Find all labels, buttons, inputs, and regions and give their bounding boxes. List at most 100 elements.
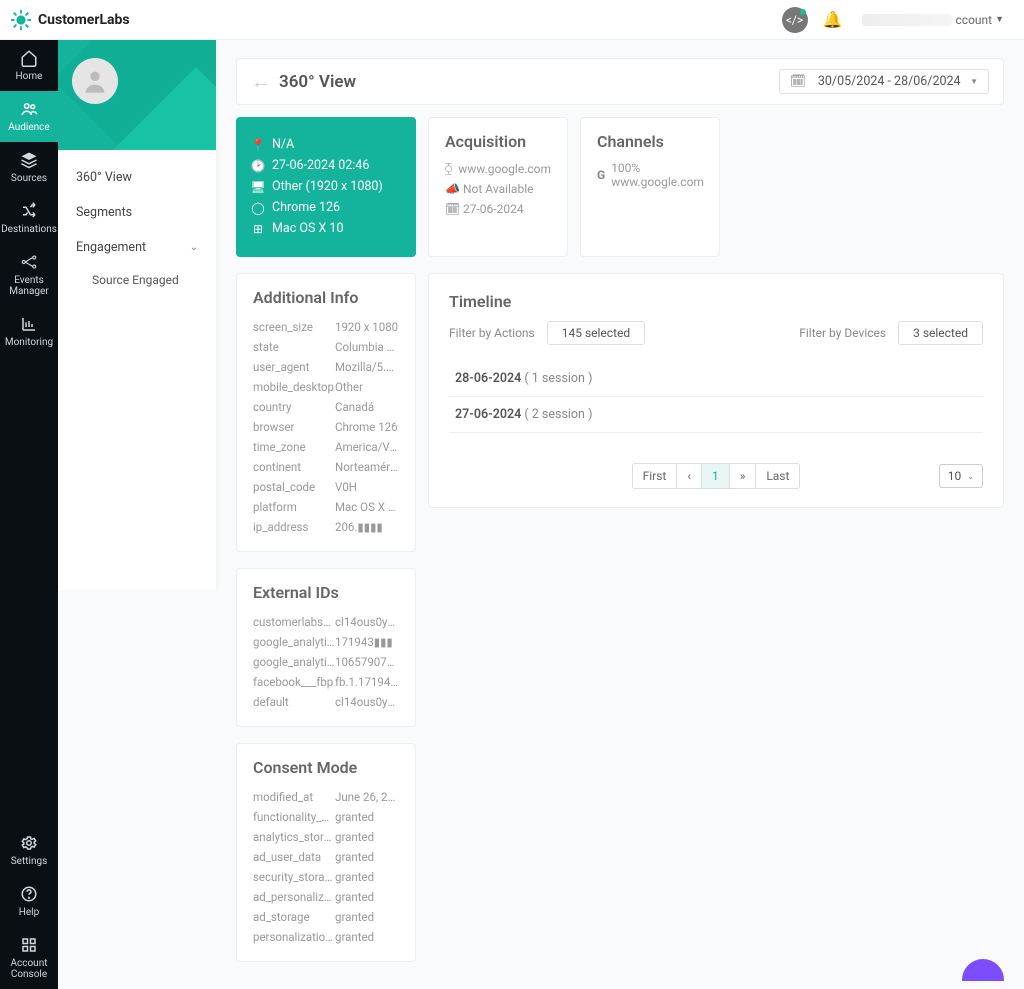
kv-value: granted <box>335 870 399 884</box>
kv-key: personalizatio… <box>253 930 335 944</box>
kv-value: granted <box>335 890 399 904</box>
kv-value: Mozilla/5.0 (M… <box>335 360 399 374</box>
page-prev[interactable]: ‹ <box>676 463 702 489</box>
sidebar-source-engaged[interactable]: Source Engaged <box>58 265 216 295</box>
nav-rail: Home Audience Sources Destinations Event… <box>0 40 58 989</box>
account-name-blur <box>862 14 952 26</box>
kv-value: Columbia Britá… <box>335 340 399 354</box>
channels-card: Channels G100% www.google.com <box>580 117 720 257</box>
additional-info-card: Additional Info screen_size1920 x 1080st… <box>236 273 416 552</box>
nav-destinations[interactable]: Destinations <box>0 193 58 244</box>
profile-screen: Other (1920 x 1080) <box>272 179 383 194</box>
kv-value: Other <box>335 380 399 394</box>
gear-icon <box>20 834 38 852</box>
kv-row: security_storagegranted <box>253 867 399 887</box>
nav-audience[interactable]: Audience <box>0 91 58 142</box>
date-range-picker[interactable]: 🗓 30/05/2024 - 28/06/2024 ▼ <box>779 69 989 94</box>
kv-key: security_storage <box>253 870 335 884</box>
nav-settings[interactable]: Settings <box>0 825 58 876</box>
kv-row: google_analyti…171943▮▮▮ <box>253 632 399 652</box>
nav-home[interactable]: Home <box>0 40 58 91</box>
kv-row: platformMac OS X 10 <box>253 497 399 517</box>
page-1[interactable]: 1 <box>701 463 730 489</box>
logo-icon <box>10 9 32 31</box>
profile-last-seen: 27-06-2024 02:46 <box>272 158 369 173</box>
kv-row: customerlabs_…cl14ous0ydao… <box>253 612 399 632</box>
page-first[interactable]: First <box>632 463 678 489</box>
kv-key: analytics_stora… <box>253 830 335 844</box>
kv-value: Mac OS X 10 <box>335 500 399 514</box>
chevron-down-icon: ▼ <box>995 14 1004 25</box>
external-ids-card: External IDs customerlabs_…cl14ous0ydao…… <box>236 568 416 727</box>
kv-key: platform <box>253 500 335 514</box>
layers-icon <box>20 151 38 169</box>
pagination: First ‹ 1 » Last 10 ⌄ <box>449 463 983 489</box>
calendar-icon: 🗓 <box>790 74 806 89</box>
external-ids-title: External IDs <box>253 583 399 602</box>
kv-row: mobile_desktopOther <box>253 377 399 397</box>
kv-value: granted <box>335 850 399 864</box>
filter-devices-dropdown[interactable]: 3 selected <box>898 321 983 345</box>
kv-row: ad_personaliza…granted <box>253 887 399 907</box>
nav-sources[interactable]: Sources <box>0 142 58 193</box>
filter-actions-dropdown[interactable]: 145 selected <box>547 321 645 345</box>
avatar <box>72 58 118 104</box>
nav-help[interactable]: Help <box>0 876 58 927</box>
kv-key: mobile_desktop <box>253 380 335 394</box>
nav-events-manager[interactable]: Events Manager <box>0 244 58 306</box>
kv-row: ad_storagegranted <box>253 907 399 927</box>
session-row[interactable]: 27-06-2024 ( 2 session ) <box>449 397 983 433</box>
nodes-icon <box>20 253 38 271</box>
back-arrow-icon[interactable]: ← <box>251 69 271 94</box>
kv-key: country <box>253 400 335 414</box>
sidebar-360-view[interactable]: 360° View <box>58 160 216 195</box>
sidebar-engagement[interactable]: Engagement⌄ <box>58 230 216 265</box>
timeline-card: Timeline Filter by Actions 145 selected … <box>428 273 1004 508</box>
page-last[interactable]: Last <box>755 463 800 489</box>
nav-monitoring[interactable]: Monitoring <box>0 306 58 357</box>
bell-icon[interactable]: 🔔 <box>820 7 846 33</box>
kv-key: google_analyti… <box>253 655 335 669</box>
kv-value: granted <box>335 810 399 824</box>
kv-row: ad_user_datagranted <box>253 847 399 867</box>
kv-row: google_analyti…1065790764… <box>253 652 399 672</box>
kv-value: America/Vanc… <box>335 440 399 454</box>
kv-key: google_analyti… <box>253 635 335 649</box>
additional-info-title: Additional Info <box>253 288 399 307</box>
profile-os: Mac OS X 10 <box>272 221 343 236</box>
kv-key: ad_personaliza… <box>253 890 335 904</box>
magnet-icon: ⧲ <box>445 161 452 176</box>
kv-row: defaultcl14ous0ydao… <box>253 692 399 712</box>
kv-value: cl14ous0ydao… <box>335 615 399 629</box>
timeline-title: Timeline <box>449 292 983 311</box>
sidebar-segments[interactable]: Segments <box>58 195 216 230</box>
kv-value: 1065790764… <box>335 655 399 669</box>
kv-value: 1920 x 1080 <box>335 320 399 334</box>
kv-key: ad_user_data <box>253 850 335 864</box>
windows-icon: ⊞ <box>252 222 264 236</box>
kv-key: functionality_s… <box>253 810 335 824</box>
page-size-select[interactable]: 10 ⌄ <box>939 464 983 488</box>
nav-account-console[interactable]: Account Console <box>0 927 58 989</box>
kv-key: postal_code <box>253 480 335 494</box>
kv-row: functionality_s…granted <box>253 807 399 827</box>
filter-actions-label: Filter by Actions <box>449 326 535 340</box>
account-menu[interactable]: ccount ▼ <box>862 13 1005 27</box>
code-icon[interactable]: </> <box>782 7 808 33</box>
kv-key: browser <box>253 420 335 434</box>
kv-row: facebook___fbpfb.1.1719436… <box>253 672 399 692</box>
help-icon <box>20 885 38 903</box>
consent-mode-title: Consent Mode <box>253 758 399 777</box>
kv-value: V0H <box>335 480 399 494</box>
chevron-down-icon: ▼ <box>970 77 978 86</box>
acquisition-title: Acquisition <box>445 132 551 151</box>
kv-key: modified_at <box>253 790 335 804</box>
kv-row: countryCanadá <box>253 397 399 417</box>
session-row[interactable]: 28-06-2024 ( 1 session ) <box>449 361 983 397</box>
kv-value: fb.1.1719436… <box>335 675 399 689</box>
home-icon <box>20 49 38 67</box>
consent-mode-card: Consent Mode modified_atJune 26, 2024,…f… <box>236 743 416 962</box>
brand[interactable]: CustomerLabs <box>10 9 130 31</box>
chevron-down-icon: ⌄ <box>190 242 198 253</box>
page-next[interactable]: » <box>729 463 757 489</box>
